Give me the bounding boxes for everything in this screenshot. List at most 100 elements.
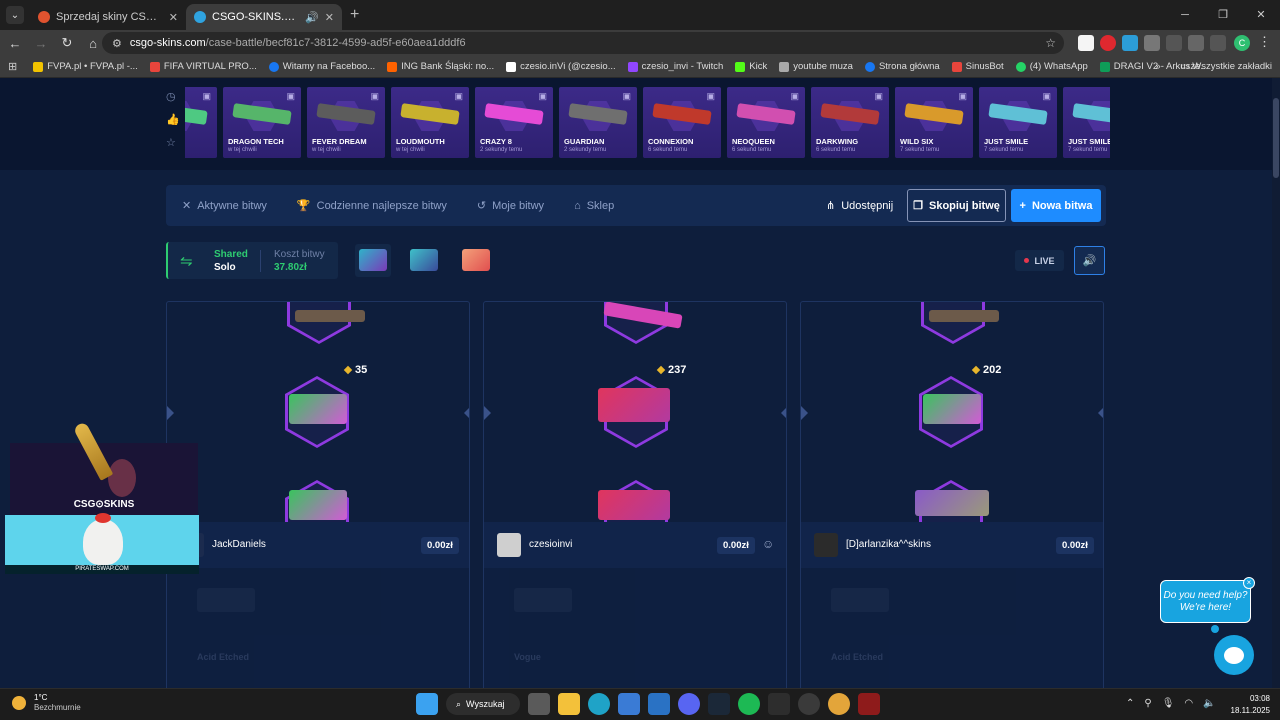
drop-card[interactable]: ▣JUST SMILE7 sekund temu — [1063, 87, 1110, 158]
bookmark-item[interactable]: (4) WhatsApp — [1015, 61, 1088, 72]
help-bubble[interactable]: Do you need help? We're here! — [1160, 580, 1251, 623]
extensions-puzzle-icon[interactable] — [1188, 35, 1204, 51]
case-chip[interactable] — [406, 244, 442, 277]
file-explorer-icon[interactable] — [558, 693, 580, 715]
case-chip[interactable] — [458, 244, 494, 277]
browser-tab-active[interactable]: CSGO-SKINS.COM - Najlep 🔊 ✕ — [186, 4, 342, 30]
bookmarks-overflow-button[interactable]: » — [1155, 56, 1160, 78]
nav-my-battles[interactable]: ↺ Moje bitwy — [477, 199, 544, 213]
drop-time: 2 sekundy temu — [564, 147, 607, 153]
copy-battle-button[interactable]: ❐ Skopiuj bitwę — [907, 189, 1006, 222]
drop-card[interactable]: ▣ LOUDMOUTH w tej chwili — [391, 87, 469, 158]
extension-icon[interactable] — [1166, 35, 1182, 51]
volume-icon[interactable]: 🔈 — [1203, 698, 1215, 709]
network-icon[interactable]: ⚲ — [1144, 698, 1151, 709]
bookmark-item[interactable]: czesio.inVi (@czesio... — [506, 61, 616, 72]
discord-icon[interactable] — [678, 693, 700, 715]
obs-icon[interactable] — [798, 693, 820, 715]
edge-icon[interactable] — [588, 693, 610, 715]
bookmark-item[interactable]: Kick — [735, 61, 767, 72]
nav-active-battles[interactable]: ✕ Aktywne bitwy — [182, 199, 267, 213]
terminal-icon[interactable] — [768, 693, 790, 715]
minimize-icon[interactable]: ─ — [1166, 0, 1204, 30]
page-scrollbar[interactable] — [1272, 78, 1280, 688]
task-view-icon[interactable] — [528, 693, 550, 715]
bookmark-item[interactable]: czesio_invi - Twitch — [627, 61, 723, 72]
microphone-icon[interactable]: 🎙 — [1162, 698, 1175, 709]
spotify-icon[interactable] — [738, 693, 760, 715]
clock-icon[interactable]: ◷ — [166, 90, 180, 103]
player-name[interactable]: [D]arlanzika^^skins — [846, 539, 931, 550]
bookmark-item[interactable]: ING Bank Śląski: no... — [387, 61, 494, 72]
app-icon[interactable] — [858, 693, 880, 715]
drop-card[interactable]: ▣ DARKWING 6 sekund temu — [811, 87, 889, 158]
maximize-icon[interactable]: ❐ — [1204, 0, 1242, 30]
apps-grid-icon[interactable]: ⊞ — [8, 60, 17, 73]
bookmark-item[interactable]: youtube muza — [779, 61, 853, 72]
player-name[interactable]: czesioinvi — [529, 539, 572, 550]
live-chat-button[interactable] — [1214, 635, 1254, 675]
bookmark-item[interactable]: SinusBot — [951, 61, 1004, 72]
side-panel-icon[interactable] — [1210, 35, 1226, 51]
extension-icon[interactable] — [1078, 35, 1094, 51]
windows-start-icon[interactable] — [416, 693, 438, 715]
scrollbar-thumb[interactable] — [1273, 98, 1279, 178]
steam-icon[interactable] — [708, 693, 730, 715]
reload-icon[interactable]: ↻ — [56, 35, 78, 51]
case-chip[interactable] — [355, 244, 391, 277]
thumbs-up-icon[interactable]: 👍 — [166, 113, 180, 126]
url-field[interactable]: ⚙ csgo-skins.com/case-battle/becf81c7-38… — [102, 32, 1064, 54]
tab-search-icon[interactable]: ⌄ — [6, 6, 24, 24]
bookmark-item[interactable]: FIFA VIRTUAL PRO... — [149, 61, 257, 72]
drop-card[interactable]: ▣ DRAGON TECH w tej chwili — [223, 87, 301, 158]
bookmark-item[interactable]: FVPA.pl • FVPA.pl -... — [33, 61, 138, 72]
extension-icon[interactable] — [1144, 35, 1160, 51]
bookmark-item[interactable]: Strona główna — [864, 61, 940, 72]
drop-card[interactable]: ▣ FEVER DREAM w tej chwili — [307, 87, 385, 158]
share-button[interactable]: ⋔ Udostępnij — [826, 185, 893, 226]
avatar[interactable] — [814, 533, 838, 557]
all-bookmarks-button[interactable]: ▭ Wszystkie zakładki — [1181, 56, 1272, 78]
chrome-icon[interactable] — [828, 693, 850, 715]
close-window-icon[interactable]: ✕ — [1242, 0, 1280, 30]
extension-icon[interactable] — [1122, 35, 1138, 51]
bookmark-star-icon[interactable]: ☆ — [1045, 36, 1056, 50]
drop-card[interactable]: ▣ CRAZY 82 sekundy temu — [475, 87, 553, 158]
site-info-icon[interactable]: ⚙ — [112, 37, 122, 50]
nav-shop[interactable]: ⌂ Sklep — [574, 200, 614, 212]
drop-card[interactable]: ▣ WILD SIX 7 sekund temu — [895, 87, 973, 158]
new-tab-button[interactable]: + — [350, 6, 359, 24]
extension-icon[interactable] — [1100, 35, 1116, 51]
sound-toggle-button[interactable]: 🔊 — [1074, 246, 1105, 275]
avatar[interactable] — [497, 533, 521, 557]
store-icon[interactable] — [618, 693, 640, 715]
drop-card[interactable]: ▣JUST SMILE7 sekund temu — [979, 87, 1057, 158]
forward-icon[interactable]: → — [30, 36, 52, 51]
tab-close-icon[interactable]: ✕ — [325, 11, 334, 24]
clock[interactable]: 03:08 18.11.2025 — [1222, 693, 1270, 717]
tray-overflow-icon[interactable]: ⌃ — [1126, 698, 1134, 709]
tab-close-icon[interactable]: ✕ — [169, 11, 178, 24]
drop-card[interactable]: ▣ NEOQUEEN 6 sekund temu — [727, 87, 805, 158]
outlook-icon[interactable] — [648, 693, 670, 715]
weather-widget[interactable]: 1°C Bezchmurnie — [12, 693, 81, 713]
menu-icon[interactable]: ⋮ — [1258, 34, 1271, 50]
star-icon[interactable]: ☆ — [166, 136, 180, 149]
drop-card[interactable]: ▣ GUARDIAN 2 sekundy temu — [559, 87, 637, 158]
bookmark-item[interactable]: Witamy na Faceboo... — [268, 61, 375, 72]
tab-mute-icon[interactable]: 🔊 — [305, 11, 319, 24]
browser-tab[interactable]: Sprzedaj skiny CS2 (CS:GO) | N ✕ — [30, 4, 186, 30]
emote-icon[interactable]: ☺ — [762, 537, 774, 551]
player-name[interactable]: JackDaniels — [212, 539, 266, 550]
drop-card[interactable]: ▣ CONNEXION 6 sekund temu — [643, 87, 721, 158]
profile-avatar[interactable]: C — [1234, 35, 1250, 51]
new-battle-button[interactable]: + Nowa bitwa — [1011, 189, 1101, 222]
back-icon[interactable]: ← — [4, 36, 26, 51]
drop-card[interactable]: ▣ECH — [185, 87, 217, 158]
nav-daily-best-battles[interactable]: 🏆 Codzienne najlepsze bitwy — [297, 199, 447, 213]
skin-image — [598, 490, 670, 520]
close-help-icon[interactable]: × — [1243, 577, 1255, 589]
taskbar-search[interactable]: ⌕ Wyszukaj — [446, 693, 520, 715]
home-icon[interactable]: ⌂ — [82, 36, 104, 51]
wifi-icon[interactable]: ◠ — [1184, 698, 1193, 709]
